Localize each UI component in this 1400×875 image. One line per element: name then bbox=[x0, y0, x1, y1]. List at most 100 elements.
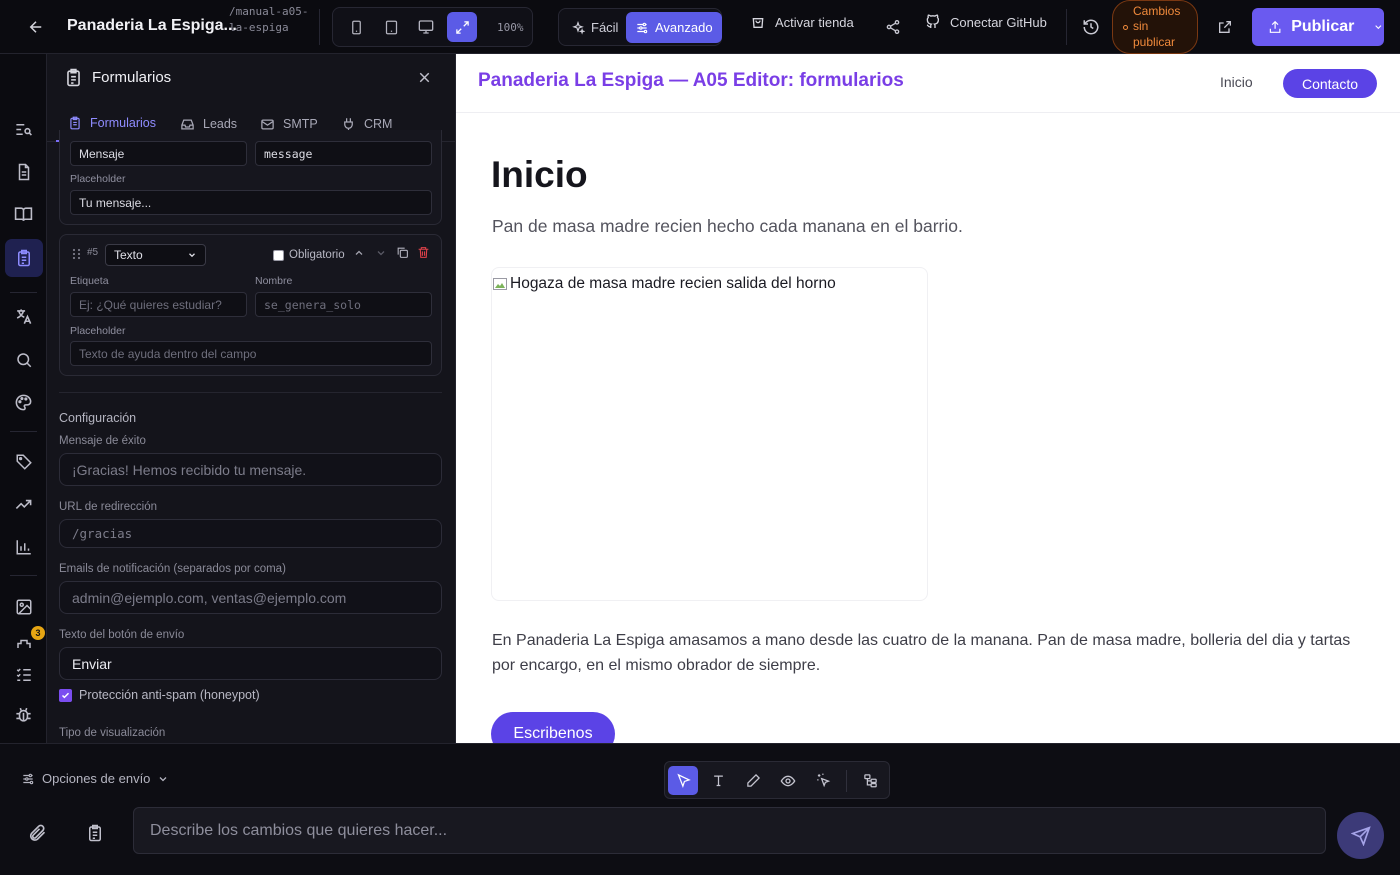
chart-icon bbox=[16, 539, 31, 554]
divider bbox=[846, 770, 847, 792]
panel-title: Formularios bbox=[92, 69, 172, 86]
sidebar-item-theme[interactable] bbox=[8, 387, 39, 418]
checkbox-box[interactable] bbox=[273, 249, 284, 261]
success-message-label: Mensaje de éxito bbox=[59, 435, 146, 447]
drag-handle-icon[interactable] bbox=[72, 248, 81, 260]
sidebar-item-growth[interactable] bbox=[8, 489, 39, 520]
sidebar-item-media[interactable] bbox=[8, 591, 39, 622]
layers-tool-button[interactable] bbox=[855, 766, 885, 795]
pencil-icon bbox=[746, 773, 760, 787]
connect-github-button[interactable]: Conectar GitHub bbox=[925, 14, 1047, 30]
notification-badge: 3 bbox=[31, 626, 45, 640]
chevron-up-icon[interactable] bbox=[353, 247, 365, 259]
send-button[interactable] bbox=[1337, 812, 1384, 859]
device-switcher: 100% bbox=[332, 7, 533, 47]
forms-panel: Formularios Formularios Leads SMTP CRM M… bbox=[47, 54, 456, 743]
tablet-icon bbox=[385, 20, 397, 34]
nav-button-contact[interactable]: Contacto bbox=[1283, 69, 1377, 98]
site-header: Panaderia La Espiga — A05 Editor: formul… bbox=[456, 54, 1400, 113]
form-context-button[interactable] bbox=[86, 824, 104, 842]
chevron-down-icon[interactable] bbox=[1373, 21, 1384, 33]
redirect-url-input[interactable]: /gracias bbox=[59, 519, 442, 548]
external-link-icon bbox=[1219, 21, 1231, 33]
sidebar-item-translations[interactable] bbox=[8, 301, 39, 332]
required-checkbox[interactable]: Obligatorio bbox=[273, 249, 345, 261]
open-external-button[interactable] bbox=[1212, 14, 1238, 40]
cta-button[interactable]: Escribenos bbox=[491, 712, 615, 743]
forms-icon bbox=[70, 116, 80, 130]
arrow-left-icon bbox=[29, 21, 42, 33]
sidebar-item-pages[interactable] bbox=[8, 156, 39, 187]
field-type-select[interactable]: Texto bbox=[105, 244, 206, 266]
honeypot-checkbox[interactable]: Protección anti-spam (honeypot) bbox=[59, 688, 260, 702]
shopping-bag-icon bbox=[752, 18, 764, 28]
unpublished-changes-badge[interactable]: Cambios sin publicar bbox=[1112, 0, 1198, 54]
search-icon bbox=[16, 352, 31, 367]
history-button[interactable] bbox=[1078, 14, 1104, 40]
checkbox-box[interactable] bbox=[59, 688, 72, 702]
divider bbox=[59, 392, 442, 393]
prompt-input[interactable]: Describe los cambios que quieres hacer..… bbox=[133, 807, 1326, 854]
desktop-view-button[interactable] bbox=[411, 12, 441, 42]
sidebar-item-analytics[interactable] bbox=[8, 531, 39, 562]
publish-button[interactable]: Publicar bbox=[1252, 8, 1384, 46]
sidebar-item-tasks[interactable] bbox=[8, 659, 39, 690]
success-message-input[interactable]: ¡Gracias! Hemos recibido tu mensaje. bbox=[59, 453, 442, 486]
share-button[interactable] bbox=[880, 14, 906, 40]
field-placeholder-input[interactable]: Texto de ayuda dentro del campo bbox=[70, 341, 432, 366]
sidebar-item-structure[interactable] bbox=[8, 114, 39, 145]
preview-tool-button[interactable] bbox=[773, 766, 803, 795]
fullwidth-view-button[interactable] bbox=[447, 12, 477, 42]
submit-text-input[interactable]: Enviar bbox=[59, 647, 442, 680]
cursor-icon bbox=[676, 773, 691, 788]
sliders-icon bbox=[23, 773, 34, 784]
easy-mode-button[interactable]: Fácil bbox=[562, 12, 627, 43]
zoom-level[interactable]: 100% bbox=[497, 21, 524, 34]
field-type-value: Texto bbox=[114, 248, 143, 262]
tablet-view-button[interactable] bbox=[376, 12, 406, 42]
required-label: Obligatorio bbox=[289, 249, 345, 261]
sidebar-item-debug[interactable] bbox=[8, 699, 39, 730]
sidebar-item-blog[interactable] bbox=[8, 199, 39, 230]
sidebar-rail: 3 bbox=[0, 54, 47, 743]
field-name-input[interactable]: se_genera_solo bbox=[255, 292, 432, 317]
mobile-view-button[interactable] bbox=[341, 12, 371, 42]
magic-tool-button[interactable] bbox=[808, 766, 838, 795]
tab-crm-label: CRM bbox=[364, 117, 393, 131]
select-tool-button[interactable] bbox=[668, 766, 698, 795]
chevron-down-icon[interactable] bbox=[375, 247, 387, 259]
field-placeholder-input[interactable]: Tu mensaje... bbox=[70, 190, 432, 215]
chevron-down-icon bbox=[159, 776, 167, 781]
bug-icon bbox=[16, 707, 31, 722]
page-heading: Inicio bbox=[491, 154, 588, 195]
duplicate-icon[interactable] bbox=[396, 246, 409, 259]
send-options-dropdown[interactable]: Opciones de envío bbox=[21, 771, 169, 786]
sidebar-item-tags[interactable] bbox=[8, 446, 39, 477]
tag-icon bbox=[16, 454, 32, 470]
nav-link-home[interactable]: Inicio bbox=[1220, 74, 1253, 90]
field-name-input[interactable]: message bbox=[255, 141, 432, 166]
activate-store-button[interactable]: Activar tienda bbox=[750, 14, 854, 30]
close-icon[interactable] bbox=[416, 69, 433, 86]
expand-icon bbox=[455, 20, 469, 34]
notification-emails-input[interactable]: admin@ejemplo.com, ventas@ejemplo.com bbox=[59, 581, 442, 614]
sidebar-item-seo[interactable] bbox=[8, 344, 39, 375]
sidebar-item-forms[interactable] bbox=[5, 239, 43, 277]
site-title[interactable]: Panaderia La Espiga — A05 Editor: formul… bbox=[478, 70, 904, 92]
send-options-label: Opciones de envío bbox=[42, 771, 151, 786]
field-label-input[interactable]: Mensaje bbox=[70, 141, 247, 166]
attach-button[interactable] bbox=[27, 823, 47, 843]
tab-forms-label: Formularios bbox=[90, 116, 156, 130]
divider bbox=[10, 575, 37, 576]
field-label-input[interactable]: Ej: ¿Qué quieres estudiar? bbox=[70, 292, 247, 317]
book-icon bbox=[14, 207, 33, 221]
project-slug: /manual-a05-la-espiga bbox=[229, 5, 309, 34]
broken-image-alt: Hogaza de masa madre recien salida del h… bbox=[492, 275, 836, 293]
site-preview[interactable]: Panaderia La Espiga — A05 Editor: formul… bbox=[456, 54, 1400, 743]
back-button[interactable] bbox=[22, 14, 50, 40]
trash-icon[interactable] bbox=[417, 246, 430, 259]
image-icon bbox=[16, 599, 31, 614]
text-tool-button[interactable] bbox=[703, 766, 733, 795]
draw-tool-button[interactable] bbox=[738, 766, 768, 795]
advanced-mode-button[interactable]: Avanzado bbox=[626, 12, 722, 43]
